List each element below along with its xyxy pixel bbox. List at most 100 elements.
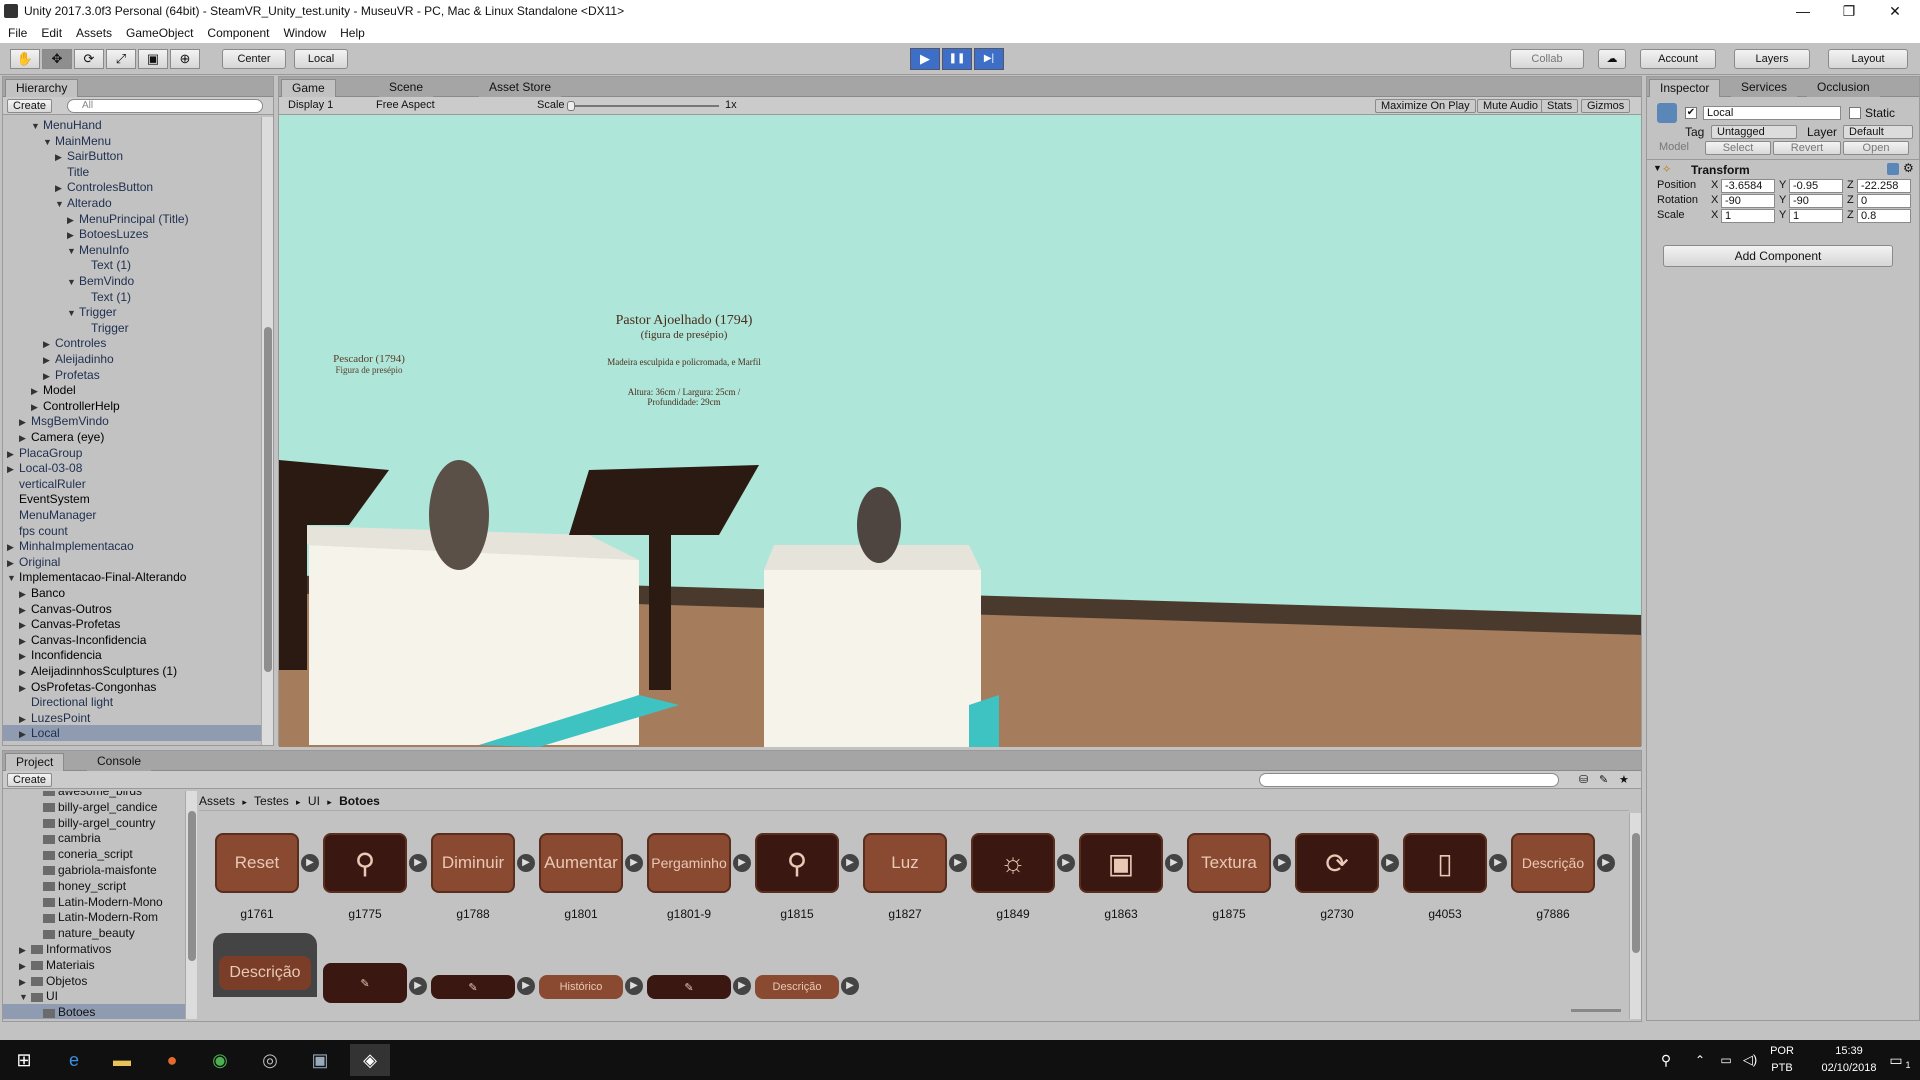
pivot-center-button[interactable]: Center xyxy=(222,49,286,69)
folder-item[interactable]: ▶ Objetos xyxy=(19,973,87,989)
collapsed-arrow-icon[interactable]: ▶ xyxy=(7,555,19,571)
breadcrumb-botoes[interactable]: Botoes xyxy=(339,794,380,808)
hierarchy-item[interactable]: ▶ Local xyxy=(3,725,261,742)
expanded-arrow-icon[interactable]: ▼ xyxy=(31,118,43,134)
folder-arrow-icon[interactable]: ▼ xyxy=(19,989,31,1005)
expanded-arrow-icon[interactable]: ▼ xyxy=(67,305,79,321)
expand-sprite-icon[interactable]: ▶ xyxy=(1273,854,1291,872)
edge-browser-icon[interactable]: e xyxy=(54,1044,94,1076)
asset-thumbnail[interactable]: Histórico xyxy=(539,975,623,999)
asset-thumbnail[interactable]: ⟳ xyxy=(1295,833,1379,893)
asset-scroll-thumb[interactable] xyxy=(1632,833,1640,953)
hierarchy-item[interactable]: ▶ MsgBemVindo xyxy=(19,413,109,429)
collapsed-arrow-icon[interactable]: ▶ xyxy=(19,430,31,446)
collab-button[interactable]: Collab xyxy=(1510,49,1584,69)
hierarchy-item[interactable]: ▶ Canvas-Outros xyxy=(19,601,112,617)
asset-name[interactable]: g2730 xyxy=(1287,907,1387,921)
expand-sprite-icon[interactable]: ▶ xyxy=(733,854,751,872)
breadcrumb-assets[interactable]: Assets xyxy=(199,794,235,808)
folder-item[interactable]: ▼ UI xyxy=(19,988,58,1004)
aspect-dropdown[interactable]: Free Aspect xyxy=(371,99,531,113)
gizmos-dropdown[interactable]: Gizmos xyxy=(1581,99,1631,113)
axis-label-y[interactable]: Y xyxy=(1779,179,1786,191)
hierarchy-create-button[interactable]: Create xyxy=(7,99,53,113)
hierarchy-item[interactable]: ▼ Alterado xyxy=(55,195,112,211)
asset-scrollbar[interactable] xyxy=(1629,813,1641,1019)
play-button[interactable]: ▶ xyxy=(910,48,940,70)
tab-scene[interactable]: Scene xyxy=(379,79,434,97)
asset-name[interactable]: g1775 xyxy=(315,907,415,921)
asset-name[interactable]: g1863 xyxy=(1071,907,1171,921)
hierarchy-item[interactable]: Title xyxy=(55,164,89,180)
scale-slider-handle[interactable] xyxy=(567,101,575,111)
expand-sprite-icon[interactable]: ▶ xyxy=(949,854,967,872)
clock-time[interactable]: 15:39 xyxy=(1814,1045,1884,1057)
language-code[interactable]: POR xyxy=(1764,1045,1800,1057)
hierarchy-item[interactable]: ▶ MinhaImplementacao xyxy=(7,538,134,554)
collapsed-arrow-icon[interactable]: ▶ xyxy=(43,352,55,368)
collapsed-arrow-icon[interactable]: ▶ xyxy=(19,711,31,727)
space-local-button[interactable]: Local xyxy=(294,49,348,69)
hierarchy-item[interactable]: ▶ Local-03-08 xyxy=(7,460,82,476)
asset-name[interactable]: g4053 xyxy=(1395,907,1495,921)
tag-dropdown[interactable]: Untagged xyxy=(1711,125,1797,139)
asset-thumbnail[interactable]: ✎ xyxy=(431,975,515,999)
expanded-arrow-icon[interactable]: ▼ xyxy=(67,243,79,259)
hierarchy-item[interactable]: ▶ Profetas xyxy=(43,367,100,383)
hierarchy-item[interactable]: ▶ MenuPrincipal (Title) xyxy=(67,211,189,227)
cloud-icon[interactable]: ☁ xyxy=(1598,49,1626,69)
hierarchy-scroll-thumb[interactable] xyxy=(264,327,272,672)
hierarchy-search-input[interactable]: All xyxy=(67,99,263,113)
keyboard-layout[interactable]: PTB xyxy=(1764,1062,1800,1074)
breadcrumb-testes[interactable]: Testes xyxy=(254,794,289,808)
settings-gear-icon[interactable]: ⚙ xyxy=(1903,161,1914,175)
folder-item[interactable]: coneria_script xyxy=(31,846,133,862)
model-select-button[interactable]: Select xyxy=(1705,141,1771,155)
axis-label-x[interactable]: X xyxy=(1711,209,1718,221)
hierarchy-item[interactable]: Directional light xyxy=(19,694,113,710)
hierarchy-item[interactable]: ▶ SairButton xyxy=(55,148,123,164)
folder-item[interactable]: Botoes xyxy=(3,1004,185,1019)
hierarchy-item[interactable]: ▶ Original xyxy=(7,554,60,570)
display-dropdown[interactable]: Display 1 xyxy=(283,99,363,113)
scale-tool-icon[interactable]: ⤢ xyxy=(106,49,136,69)
rotate-tool-icon[interactable]: ⟳ xyxy=(74,49,104,69)
hierarchy-item[interactable]: ▶ LuzesPoint xyxy=(19,710,90,726)
tab-asset-store[interactable]: Asset Store xyxy=(479,79,562,97)
collapsed-arrow-icon[interactable]: ▶ xyxy=(19,664,31,680)
menu-assets[interactable]: Assets xyxy=(76,26,112,40)
help-icon[interactable] xyxy=(1887,163,1899,175)
clock-date[interactable]: 02/10/2018 xyxy=(1814,1062,1884,1074)
collapsed-arrow-icon[interactable]: ▶ xyxy=(55,149,67,165)
hierarchy-item[interactable]: Trigger xyxy=(79,320,129,336)
add-component-button[interactable]: Add Component xyxy=(1663,245,1893,267)
hierarchy-scrollbar[interactable] xyxy=(261,117,273,745)
asset-name[interactable]: g1788 xyxy=(423,907,523,921)
filter-type-icon[interactable]: ⛁ xyxy=(1579,773,1588,786)
axis-label-z[interactable]: Z xyxy=(1847,194,1854,206)
collapsed-arrow-icon[interactable]: ▶ xyxy=(67,212,79,228)
transform-rotation-x-field[interactable]: -90 xyxy=(1721,194,1775,208)
folder-item[interactable]: billy-argel_candice xyxy=(31,799,157,815)
account-dropdown[interactable]: Account xyxy=(1640,49,1716,69)
hierarchy-item[interactable]: ▶ BotoesLuzes xyxy=(67,226,148,242)
expand-sprite-icon[interactable]: ▶ xyxy=(841,977,859,995)
asset-thumbnail[interactable]: Descrição xyxy=(213,933,317,997)
collapsed-arrow-icon[interactable]: ▶ xyxy=(19,648,31,664)
tab-project[interactable]: Project xyxy=(5,753,65,771)
asset-thumbnail[interactable]: Reset xyxy=(215,833,299,893)
game-viewport[interactable]: Pescador (1794) Figura de presépio Pasto… xyxy=(279,115,1641,747)
hierarchy-item[interactable]: Text (1) xyxy=(79,257,131,273)
menu-gameobject[interactable]: GameObject xyxy=(126,26,193,40)
object-name-field[interactable]: Local xyxy=(1703,106,1841,120)
unity-taskbar-icon[interactable]: ◈ xyxy=(350,1044,390,1076)
hierarchy-item[interactable]: ▶ ControlesButton xyxy=(55,179,153,195)
asset-name[interactable]: g1875 xyxy=(1179,907,1279,921)
active-checkbox[interactable]: ✔ xyxy=(1685,107,1697,119)
asset-thumbnail[interactable]: ▣ xyxy=(1079,833,1163,893)
asset-name[interactable]: g1801-9 xyxy=(639,907,739,921)
hierarchy-item[interactable]: EventSystem xyxy=(7,491,90,507)
expand-sprite-icon[interactable]: ▶ xyxy=(409,854,427,872)
expand-sprite-icon[interactable]: ▶ xyxy=(733,977,751,995)
menu-help[interactable]: Help xyxy=(340,26,365,40)
